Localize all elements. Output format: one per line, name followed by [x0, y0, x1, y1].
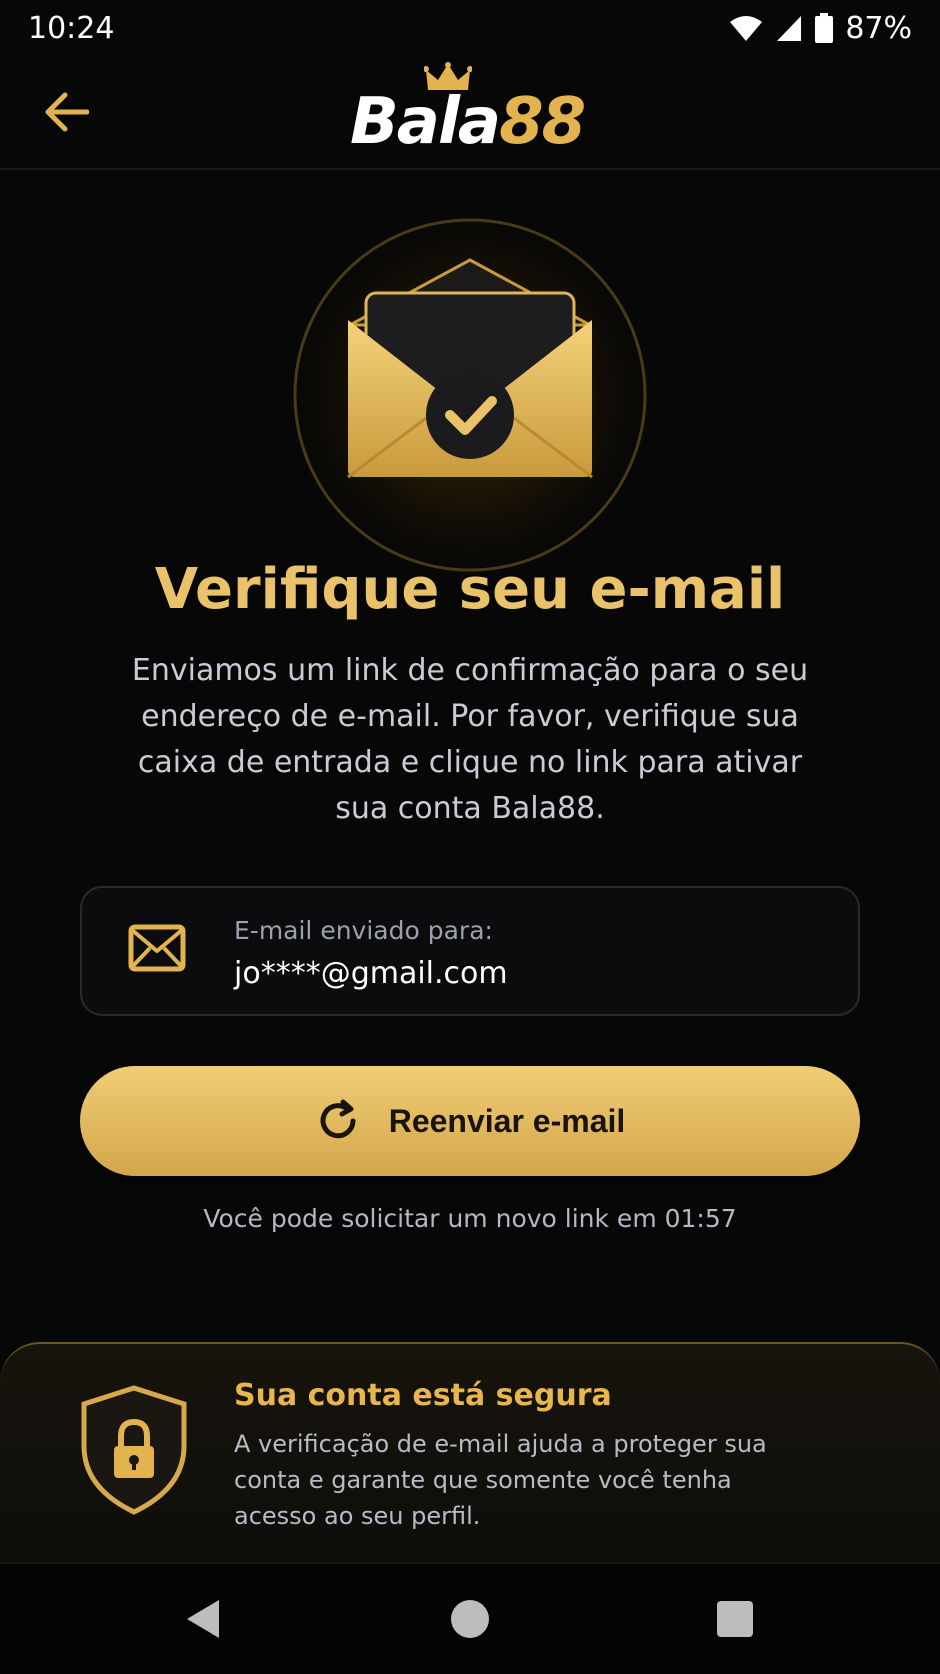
resend-email-label: Reenviar e-mail — [388, 1102, 626, 1139]
arrow-left-icon — [45, 92, 89, 132]
email-address: jo****@gmail.com — [234, 956, 508, 991]
security-description: A verificação de e-mail ajuda a proteger… — [234, 1430, 767, 1530]
bala88-logo: Bala88 — [350, 60, 600, 160]
status-time: 10:24 — [28, 10, 115, 46]
circle-home-icon — [451, 1600, 489, 1638]
logo-bala-text: Bala — [350, 85, 501, 159]
nav-recents-button[interactable] — [710, 1594, 760, 1644]
email-sent-card: E-mail enviado para: jo****@gmail.com — [80, 886, 860, 1016]
battery-percent: 87% — [845, 10, 912, 46]
triangle-back-icon — [187, 1600, 219, 1638]
email-label: E-mail enviado para: — [234, 916, 493, 945]
envelope-check-illustration — [293, 218, 647, 572]
nav-home-button[interactable] — [445, 1594, 495, 1644]
logo-88-text: 88 — [499, 85, 586, 159]
back-button[interactable] — [36, 84, 96, 140]
refresh-icon — [320, 1099, 356, 1139]
wifi-icon — [730, 16, 763, 41]
security-title: Sua conta está segura — [234, 1378, 612, 1413]
nav-back-button[interactable] — [178, 1594, 228, 1644]
security-info-panel: Sua conta está segura A verificação de e… — [0, 1342, 940, 1564]
logo-wordmark: Bala88 — [350, 85, 586, 159]
page-description: Enviamos um link de confirmação para o s… — [131, 653, 809, 826]
status-bar: 10:24 87% — [0, 0, 940, 56]
app-bar: Bala88 — [0, 56, 940, 170]
resend-countdown-text: Você pode solicitar um novo link em 01:5… — [203, 1204, 737, 1233]
resend-email-button[interactable]: Reenviar e-mail — [80, 1066, 860, 1176]
shield-lock-icon — [81, 1385, 187, 1515]
mail-icon — [128, 924, 186, 972]
battery-icon — [815, 13, 834, 43]
system-nav-bar — [0, 1562, 940, 1674]
square-recents-icon — [717, 1601, 753, 1637]
status-icons: 87% — [729, 11, 912, 46]
page-title: Verifique seu e-mail — [154, 557, 786, 622]
signal-icon — [777, 16, 802, 41]
